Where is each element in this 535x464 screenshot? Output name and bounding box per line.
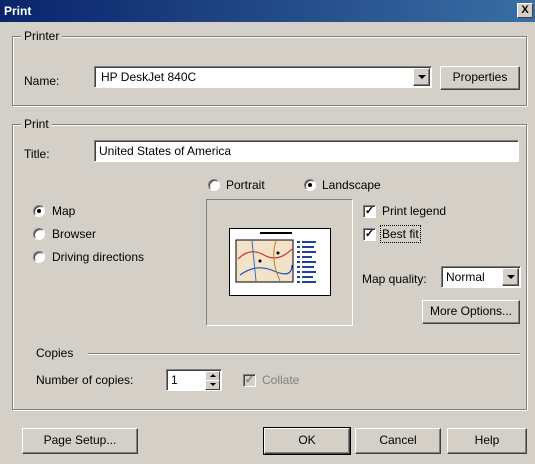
browser-label: Browser [52,227,97,241]
page-setup-button[interactable]: Page Setup... [22,428,138,454]
portrait-radio[interactable] [208,179,220,191]
copies-group-label: Copies [36,346,74,360]
map-quality-dropdown-button[interactable] [502,268,519,286]
landscape-radio[interactable] [304,179,316,191]
number-of-copies-label: Number of copies: [36,373,134,387]
ok-button[interactable]: OK [263,427,351,455]
print-legend-checkbox[interactable]: ✓ [363,205,376,218]
radio-selected-dot [308,183,312,187]
printer-name-label: Name: [24,74,60,88]
print-group-label: Print [21,117,52,131]
map-quality-select[interactable]: Normal [441,266,521,288]
cancel-button[interactable]: Cancel [355,428,441,454]
portrait-label: Portrait [226,178,265,192]
map-quality-value: Normal [446,270,485,284]
chevron-down-icon [418,75,426,79]
title-label: Title: [24,147,50,161]
printer-dropdown-button[interactable] [413,68,430,86]
close-button[interactable]: X [517,3,533,18]
collate-checkbox[interactable]: ✓ [243,374,256,387]
title-bar: Print X [0,0,535,22]
driving-directions-label: Driving directions [52,250,145,264]
copies-value: 1 [171,373,178,387]
arrow-up-icon [210,374,216,377]
map-label: Map [52,204,76,218]
title-input-value: United States of America [99,144,232,158]
collate-label: Collate [262,373,300,387]
spin-down-button[interactable] [205,380,220,390]
copies-divider [88,353,520,355]
driving-directions-radio[interactable] [33,251,45,263]
printer-group-label: Printer [21,29,63,43]
title-input[interactable]: United States of America [94,140,519,162]
best-fit-checkbox[interactable]: ✓ [363,228,376,241]
window-title: Print [4,4,32,18]
help-button[interactable]: Help [447,428,527,454]
more-options-button[interactable]: More Options... [422,300,520,324]
map-preview-icon [235,232,316,283]
map-radio[interactable] [33,205,45,217]
printer-name-value: HP DeskJet 840C [101,70,197,84]
chevron-down-icon [507,275,515,279]
properties-button[interactable]: Properties [440,66,520,90]
printer-name-select[interactable]: HP DeskJet 840C [94,66,432,88]
map-quality-label: Map quality: [362,272,427,286]
copies-input[interactable]: 1 [166,369,222,391]
arrow-down-icon [210,383,216,386]
landscape-label: Landscape [322,178,381,192]
best-fit-label: Best fit [380,225,421,243]
radio-selected-dot [37,209,41,213]
browser-radio[interactable] [33,228,45,240]
page-preview [206,199,353,326]
map-thumbnail [229,228,331,296]
print-legend-label: Print legend [382,204,447,218]
